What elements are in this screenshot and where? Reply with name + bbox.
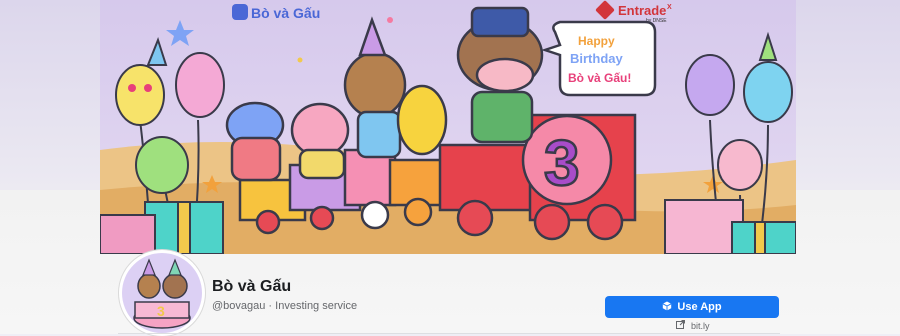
- svg-text:X: X: [667, 4, 672, 11]
- svg-text:Entrade: Entrade: [618, 3, 666, 18]
- profile-picture[interactable]: 3: [119, 250, 205, 336]
- svg-text:Bò và Gấu: Bò và Gấu: [251, 5, 320, 21]
- speech-bubble: Happy Birthday Bò và Gấu!: [541, 20, 657, 97]
- cake-number: 3: [544, 127, 580, 199]
- page-background-left: [0, 0, 100, 190]
- use-app-button[interactable]: Use App: [605, 296, 779, 318]
- external-link[interactable]: bit.ly: [676, 320, 710, 331]
- brand-logo: Bò và Gấu: [232, 4, 320, 21]
- svg-text:Happy: Happy: [578, 34, 615, 48]
- external-link-label: bit.ly: [691, 320, 710, 331]
- profile-avatar-illustration: 3: [122, 253, 202, 333]
- cover-illustration: Bò và Gấu Entrade X by DNSE 3 Happy Birt…: [100, 0, 796, 254]
- external-link-icon: [676, 320, 685, 331]
- cover-photo[interactable]: Bò và Gấu Entrade X by DNSE 3 Happy Birt…: [100, 0, 796, 254]
- svg-text:3: 3: [157, 303, 165, 319]
- page-handle-category: @bovagau · Investing service: [212, 300, 358, 312]
- use-app-label: Use App: [677, 301, 722, 313]
- page-title: Bò và Gấu: [212, 278, 292, 295]
- svg-text:Birthday: Birthday: [570, 51, 624, 66]
- app-cube-icon: [662, 301, 672, 314]
- svg-text:Bò và Gấu!: Bò và Gấu!: [568, 71, 631, 85]
- page-background-right: [796, 0, 900, 190]
